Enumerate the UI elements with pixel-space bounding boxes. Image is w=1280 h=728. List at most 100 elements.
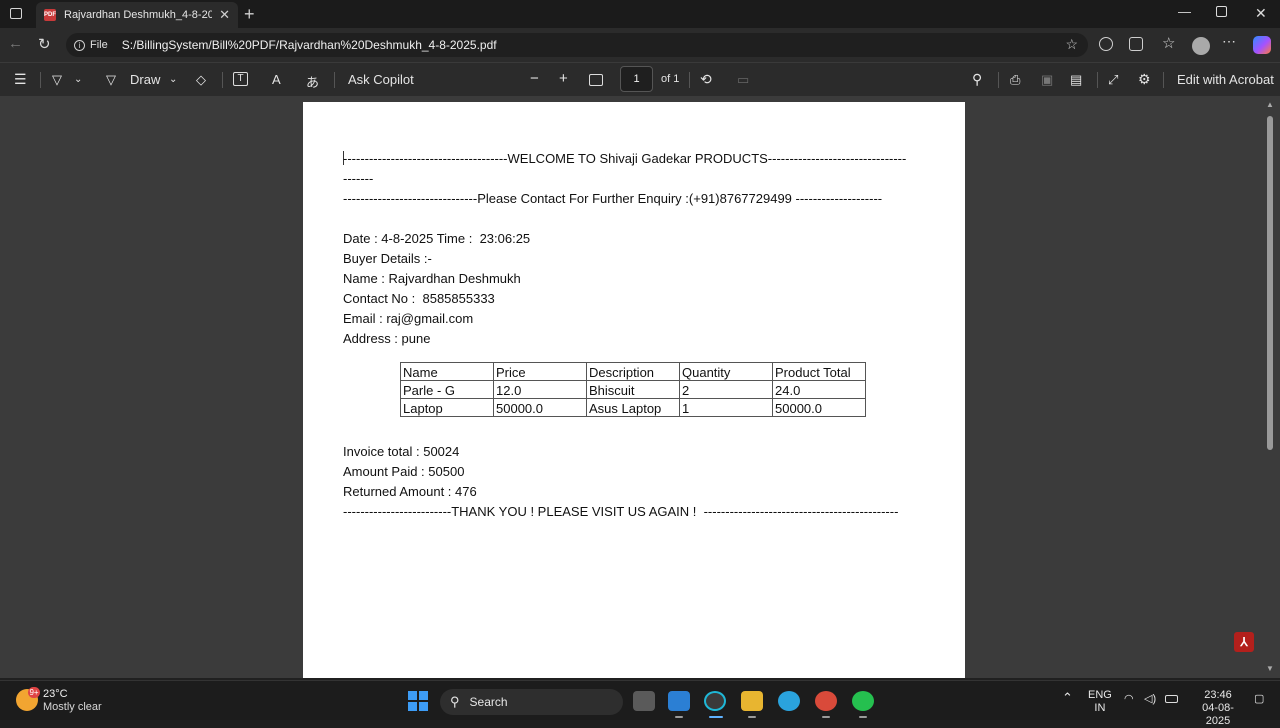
extensions-icon[interactable]	[1129, 37, 1143, 51]
translate-icon[interactable]: あ	[306, 72, 319, 91]
table-cell: 2	[679, 380, 773, 399]
contents-icon[interactable]: ☰	[14, 71, 27, 88]
page-number-input[interactable]: 1	[620, 66, 653, 92]
vscode-icon[interactable]	[668, 691, 690, 711]
table-cell: 24.0	[772, 380, 866, 399]
page-view-icon[interactable]: ▭	[737, 72, 749, 88]
refresh-icon[interactable]: ↻	[38, 35, 51, 53]
draw-icon[interactable]: ▽	[106, 72, 116, 88]
scroll-down-icon[interactable]: ▼	[1266, 664, 1274, 673]
windows-start-icon[interactable]	[408, 691, 428, 711]
column-header: Description	[586, 362, 680, 381]
weather-condition[interactable]: Mostly clear	[43, 701, 102, 713]
url-text[interactable]: S:/BillingSystem/Bill%20PDF/Rajvardhan%2…	[122, 38, 497, 52]
toolbar-divider	[1097, 72, 1098, 88]
settings-icon[interactable]: ⚙	[1138, 71, 1151, 88]
clock[interactable]: 23:46 04-08-2025	[1190, 689, 1246, 728]
buyer-contact-no: Contact No : 8585855333	[343, 291, 495, 306]
read-aloud-icon[interactable]: A	[272, 72, 281, 87]
toolbar-divider	[40, 72, 41, 88]
invoice-total: Invoice total : 50024	[343, 444, 460, 459]
url-bar[interactable]: i File S:/BillingSystem/Bill%20PDF/Rajva…	[66, 33, 1088, 57]
edit-with-acrobat-button[interactable]: Edit with Acrobat	[1177, 72, 1274, 87]
chrome-icon[interactable]	[815, 691, 837, 711]
buyer-details-heading: Buyer Details :-	[343, 251, 432, 266]
pdf-icon: PDF	[44, 9, 56, 21]
wifi-icon[interactable]: ◠	[1124, 693, 1134, 706]
eraser-icon[interactable]: ◇	[196, 72, 206, 88]
app-running-indicator	[675, 716, 683, 718]
text-icon[interactable]: T	[233, 72, 248, 86]
column-header: Product Total	[772, 362, 866, 381]
minimize-icon[interactable]: ―	[1178, 4, 1191, 19]
fullscreen-icon[interactable]: ⤢	[1108, 72, 1118, 88]
buyer-address: Address : pune	[343, 331, 431, 346]
contact-enquiry-line: -------------------------------Please Co…	[343, 191, 883, 206]
draw-button[interactable]: Draw	[130, 72, 160, 87]
scroll-up-icon[interactable]: ▲	[1266, 100, 1274, 109]
pdf-toolbar: ☰ ▽ ⌄ ▽ Draw ⌄ ◇ T A あ Ask Copilot − + 1…	[0, 62, 1280, 96]
print-icon[interactable]: ⎙	[1010, 72, 1020, 88]
address-bar-row: ← ↻ i File S:/BillingSystem/Bill%20PDF/R…	[0, 28, 1280, 62]
rotate-icon[interactable]: ⟲	[700, 71, 712, 88]
zoom-out-button[interactable]: −	[530, 70, 539, 87]
fit-page-icon[interactable]	[589, 74, 603, 86]
region-code: IN	[1094, 702, 1106, 714]
favorite-star-icon[interactable]: ☆	[1065, 36, 1078, 53]
tab-title: Rajvardhan Deshmukh_4-8-2025.pdf	[64, 9, 212, 21]
whatsapp-icon[interactable]	[852, 691, 874, 711]
more-icon[interactable]: ⋯	[1222, 33, 1236, 50]
new-tab-button[interactable]: +	[244, 4, 255, 25]
maximize-icon[interactable]	[1216, 6, 1227, 17]
clock-date: 04-08-2025	[1202, 702, 1234, 727]
ask-copilot-button[interactable]: Ask Copilot	[348, 72, 414, 87]
table-row: Laptop 50000.0 Asus Laptop 1 50000.0	[400, 398, 866, 417]
table-cell: 50000.0	[772, 398, 866, 417]
save-icon[interactable]: ▣	[1041, 72, 1053, 88]
tab-actions-icon[interactable]	[10, 8, 22, 19]
zoom-in-button[interactable]: +	[559, 70, 568, 87]
edge-icon[interactable]	[704, 691, 726, 711]
highlight-icon[interactable]: ▽	[52, 72, 62, 88]
save-as-icon[interactable]: ▤	[1070, 72, 1082, 88]
battery-icon[interactable]	[1165, 695, 1178, 703]
pdf-viewer-area: --------------------------------------WE…	[0, 96, 1280, 678]
amount-paid: Amount Paid : 50500	[343, 464, 465, 479]
notifications-icon[interactable]: ▢	[1254, 693, 1264, 706]
telegram-icon[interactable]	[778, 691, 800, 711]
taskbar-search[interactable]: ⚲ Search	[440, 689, 623, 715]
browser-tab[interactable]: PDF Rajvardhan Deshmukh_4-8-2025.pdf ✕	[36, 2, 238, 28]
weather-badge: 9+	[28, 687, 40, 698]
profile-avatar[interactable]	[1192, 37, 1210, 55]
toolbar-divider	[1163, 72, 1164, 88]
file-explorer-icon[interactable]	[741, 691, 763, 711]
table-header-row: Name Price Description Quantity Product …	[400, 362, 866, 381]
highlight-dropdown-icon[interactable]: ⌄	[74, 74, 82, 85]
scrollbar-thumb[interactable]	[1267, 116, 1273, 450]
extension-gear-icon[interactable]	[1099, 37, 1113, 51]
tab-close-icon[interactable]: ✕	[219, 7, 230, 23]
app-running-indicator	[748, 716, 756, 718]
table-cell: Laptop	[400, 398, 494, 417]
buyer-email: Email : raj@gmail.com	[343, 311, 474, 326]
task-view-icon[interactable]	[633, 691, 655, 711]
url-scheme-label: File	[90, 39, 108, 51]
show-hidden-icons-icon[interactable]: ⌃	[1062, 691, 1073, 704]
vertical-scrollbar[interactable]: ▲ ▼	[1266, 100, 1274, 678]
adobe-acrobat-icon[interactable]: ⅄	[1234, 632, 1254, 652]
table-cell: Bhiscuit	[586, 380, 680, 399]
back-icon[interactable]: ←	[8, 35, 23, 52]
info-icon[interactable]: i	[74, 39, 85, 51]
close-window-icon[interactable]: ✕	[1255, 5, 1267, 22]
volume-icon[interactable]: ◁)	[1144, 693, 1156, 706]
bill-table: Name Price Description Quantity Product …	[400, 362, 866, 417]
table-cell: Asus Laptop	[586, 398, 680, 417]
language-indicator[interactable]: ENG IN	[1088, 689, 1112, 715]
draw-dropdown-icon[interactable]: ⌄	[169, 74, 177, 85]
temperature[interactable]: 23°C	[43, 688, 68, 700]
search-placeholder: Search	[469, 695, 508, 709]
search-icon[interactable]: ⚲	[972, 71, 982, 88]
copilot-icon[interactable]	[1253, 36, 1271, 54]
app-running-indicator	[859, 716, 867, 718]
collections-icon[interactable]: ☆	[1162, 34, 1175, 52]
